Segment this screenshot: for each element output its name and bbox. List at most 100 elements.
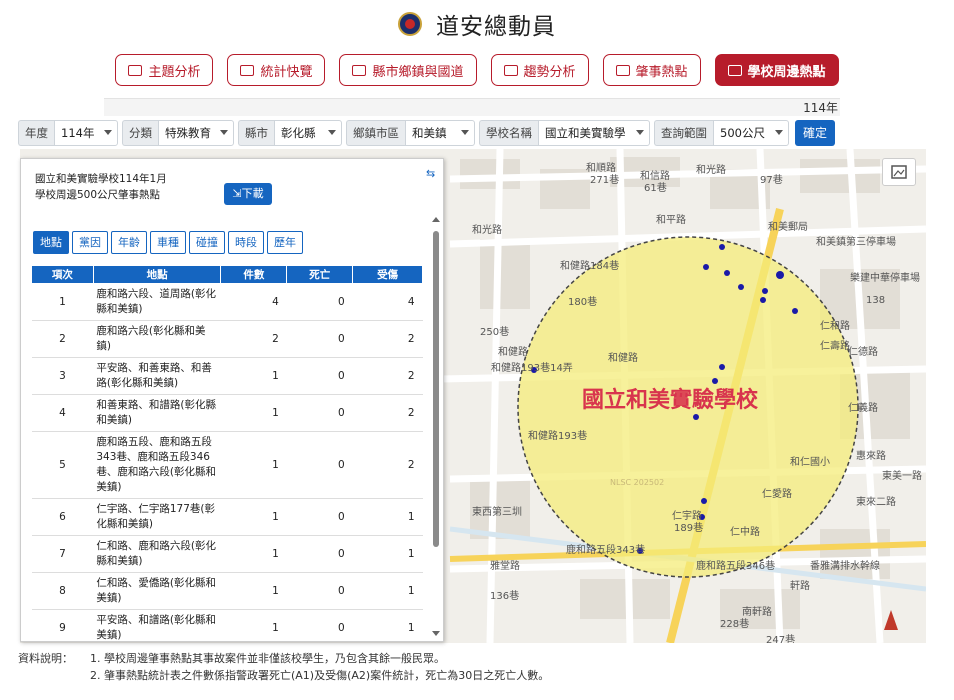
- cell-injured: 1: [352, 609, 423, 641]
- year-label: 年度: [18, 120, 54, 146]
- school-icon: [727, 64, 742, 76]
- panel-title-line2: 學校周邊500公尺肇事熱點: [35, 189, 161, 201]
- cell-no: 8: [31, 572, 94, 610]
- site-title: 道安總動員: [436, 14, 556, 40]
- svg-text:仁和路: 仁和路: [820, 319, 850, 332]
- hotspot-panel: 國立和美實驗學校114年1月 學校周邊500公尺肇事熱點 ⇲下載 ⇆ 地點 黨因…: [20, 158, 444, 642]
- svg-text:仁德路: 仁德路: [848, 345, 878, 358]
- svg-text:和健路184巷: 和健路184巷: [560, 259, 619, 272]
- county-select[interactable]: 彰化縣: [274, 120, 342, 146]
- cell-place: 平安路、和善東路、和善路(彰化縣和美鎮): [93, 357, 221, 395]
- cell-injured: 2: [352, 394, 423, 432]
- svg-text:和順路: 和順路: [586, 161, 616, 174]
- table-row[interactable]: 7 仁和路、鹿和路六段(彰化縣和美鎮) 1 0 1: [31, 535, 423, 573]
- cell-dead: 0: [286, 431, 353, 499]
- svg-text:和光路: 和光路: [472, 223, 502, 236]
- nav-theme-analysis[interactable]: 主題分析: [115, 54, 214, 86]
- table-row[interactable]: 8 仁和路、愛僑路(彰化縣和美鎮) 1 0 1: [31, 572, 423, 610]
- svg-text:東美一路: 東美一路: [882, 469, 922, 482]
- range-select[interactable]: 500公尺: [713, 120, 789, 146]
- tab-history[interactable]: 歷年: [267, 231, 303, 254]
- tab-vehicle[interactable]: 車種: [150, 231, 186, 254]
- svg-text:東西第三圳: 東西第三圳: [472, 505, 522, 518]
- cell-count: 1: [220, 357, 287, 395]
- cell-injured: 2: [352, 320, 423, 358]
- cell-place: 仁和路、愛僑路(彰化縣和美鎮): [93, 572, 221, 610]
- tab-collision[interactable]: 碰撞: [189, 231, 225, 254]
- cell-place: 平安路、和譜路(彰化縣和美鎮): [93, 609, 221, 641]
- nav-stats-overview[interactable]: 統計快覽: [227, 54, 326, 86]
- year-select[interactable]: 114年: [54, 120, 118, 146]
- cell-dead: 0: [286, 283, 353, 321]
- nav-trend-analysis[interactable]: 趨勢分析: [490, 54, 589, 86]
- nav-county-township[interactable]: 縣市鄉鎮與國道: [339, 54, 477, 86]
- cell-count: 4: [220, 283, 287, 321]
- table-scrollbar[interactable]: [432, 217, 440, 637]
- svg-text:和健路: 和健路: [608, 351, 638, 364]
- svg-text:61巷: 61巷: [644, 182, 667, 194]
- table-row[interactable]: 6 仁宇路、仁宇路177巷(彰化縣和美鎮) 1 0 1: [31, 498, 423, 536]
- svg-text:250巷: 250巷: [480, 326, 509, 338]
- table-row[interactable]: 4 和善東路、和譜路(彰化縣和美鎮) 1 0 2: [31, 394, 423, 432]
- confirm-button[interactable]: 確定: [795, 120, 836, 146]
- cell-place: 仁宇路、仁宇路177巷(彰化縣和美鎮): [93, 498, 221, 536]
- cell-dead: 0: [286, 572, 353, 610]
- category-label: 分類: [122, 120, 158, 146]
- svg-text:仁中路: 仁中路: [730, 525, 760, 538]
- category-select[interactable]: 特殊教育: [158, 120, 234, 146]
- svg-text:和健路193巷14弄: 和健路193巷14弄: [491, 361, 573, 374]
- cell-injured: 1: [352, 535, 423, 573]
- table-row[interactable]: 3 平安路、和善東路、和善路(彰化縣和美鎮) 1 0 2: [31, 357, 423, 395]
- scroll-thumb[interactable]: [433, 231, 439, 547]
- township-label: 鄉鎮市區: [346, 120, 405, 146]
- note-item: 1. 學校周邊肇事熱點其事故案件並非僅該校學生，乃包含其餘一般民眾。: [90, 652, 445, 665]
- cell-place: 鹿和路六段(彰化縣和美鎮): [93, 320, 221, 358]
- svg-text:雅堂路: 雅堂路: [490, 559, 520, 572]
- download-icon: ⇲: [232, 187, 242, 200]
- cell-no: 7: [31, 535, 94, 573]
- download-button[interactable]: ⇲下載: [224, 183, 272, 205]
- svg-text:和健路: 和健路: [498, 345, 528, 358]
- cell-no: 9: [31, 609, 94, 641]
- cell-count: 1: [220, 498, 287, 536]
- cell-no: 4: [31, 394, 94, 432]
- cell-place: 仁和路、鹿和路六段(彰化縣和美鎮): [93, 535, 221, 573]
- svg-text:和仁國小: 和仁國小: [790, 456, 830, 468]
- cell-place: 鹿和路五段、鹿和路五段343巷、鹿和路五段346巷、鹿和路六段(彰化縣和美鎮): [93, 431, 221, 499]
- tab-age[interactable]: 年齡: [111, 231, 147, 254]
- cell-dead: 0: [286, 535, 353, 573]
- cell-dead: 0: [286, 357, 353, 395]
- layer-toggle-button[interactable]: [882, 158, 916, 186]
- svg-text:軒路: 軒路: [790, 579, 810, 592]
- bar-chart-icon: [352, 64, 367, 76]
- nav-school-hotspots[interactable]: 學校周邊熱點: [714, 54, 839, 86]
- township-select[interactable]: 和美鎮: [405, 120, 475, 146]
- cell-place: 鹿和路六段、道周路(彰化縣和美鎮): [93, 283, 221, 321]
- cell-injured: 4: [352, 283, 423, 321]
- svg-text:和美郵局: 和美郵局: [768, 220, 808, 233]
- chart-icon: [128, 64, 143, 76]
- table-row[interactable]: 2 鹿和路六段(彰化縣和美鎮) 2 0 2: [31, 320, 423, 358]
- data-notes: 資料說明： 1. 學校周邊肇事熱點其事故案件並非僅該校學生，乃包含其餘一般民眾。 …: [18, 650, 926, 684]
- svg-text:鹿和路五段343巷: 鹿和路五段343巷: [566, 543, 645, 556]
- table-row[interactable]: 5 鹿和路五段、鹿和路五段343巷、鹿和路五段346巷、鹿和路六段(彰化縣和美鎮)…: [31, 431, 423, 499]
- hotspot-table-wrapper: 項次 地點 件數 死亡 受傷 1 鹿和路六段、道周路(彰化縣和美鎮) 4 0 4 2 鹿和路…: [31, 265, 423, 641]
- collapse-panel-icon[interactable]: ⇆: [426, 167, 435, 180]
- tab-cause[interactable]: 黨因: [72, 231, 108, 254]
- table-row[interactable]: 1 鹿和路六段、道周路(彰化縣和美鎮) 4 0 4: [31, 283, 423, 321]
- cell-dead: 0: [286, 498, 353, 536]
- svg-text:138: 138: [866, 295, 885, 306]
- note-item: 2. 肇事熱點統計表之件數係指警政署死亡(A1)及受傷(A2)案件統計，死亡為3…: [90, 669, 550, 682]
- nav-accident-hotspots[interactable]: 肇事熱點: [602, 54, 701, 86]
- image-icon: [891, 165, 907, 179]
- cell-count: 1: [220, 572, 287, 610]
- col-header-injured: 受傷: [352, 265, 423, 284]
- svg-text:惠來路: 惠來路: [856, 449, 886, 462]
- police-logo-icon: [398, 12, 422, 36]
- tab-time[interactable]: 時段: [228, 231, 264, 254]
- table-row[interactable]: 9 平安路、和譜路(彰化縣和美鎮) 1 0 1: [31, 609, 423, 641]
- tab-location[interactable]: 地點: [33, 231, 69, 254]
- cell-count: 1: [220, 609, 287, 641]
- school-select[interactable]: 國立和美實驗學校: [538, 120, 650, 164]
- panel-title-line1: 國立和美實驗學校114年1月: [35, 173, 167, 185]
